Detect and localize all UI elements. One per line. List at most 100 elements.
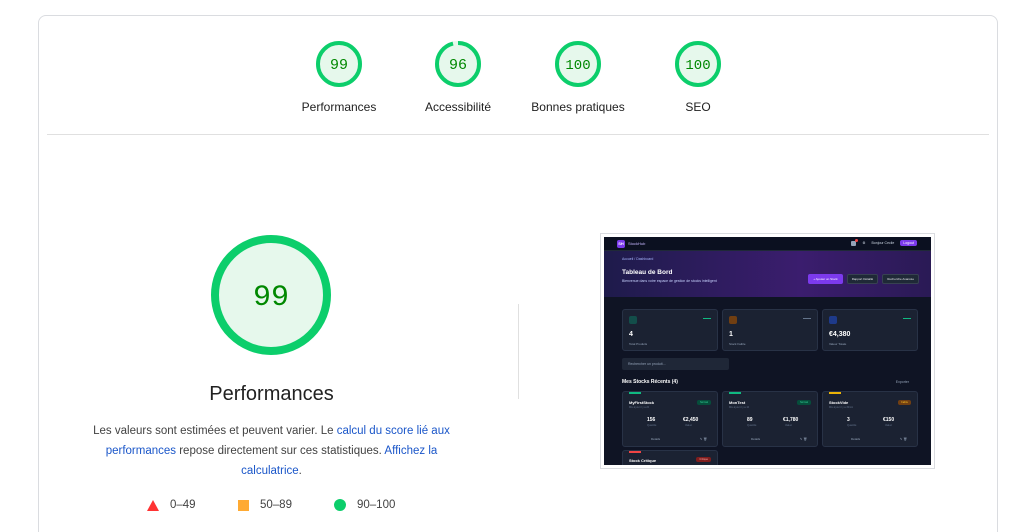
settings-icon: ⚙ xyxy=(862,241,866,245)
gauge-score: 99 xyxy=(330,57,348,74)
triangle-icon xyxy=(147,499,159,511)
big-gauge-score: 99 xyxy=(253,281,289,315)
gauge-seo[interactable]: 100 SEO xyxy=(638,40,758,114)
stat-label: Stock Faible xyxy=(729,342,746,346)
card-name: MonTest xyxy=(729,400,746,405)
card-qty: 3 xyxy=(847,417,850,423)
thumb-nav-right: ⚙ Bonjour Cecile Logout xyxy=(851,238,917,246)
thumb-stock-card: MyFirstStock Mis à jour il y a 2h Normal… xyxy=(622,391,718,447)
card-accent xyxy=(829,392,841,394)
gauge-label: SEO xyxy=(685,100,711,114)
gauge-label: Accessibilité xyxy=(424,100,492,114)
gauge-ring: 96 xyxy=(435,41,481,87)
gauge-ring: 100 xyxy=(675,41,721,87)
card-updated: Mis à jour il y a 1h xyxy=(729,406,750,409)
card-badge: Normal xyxy=(796,400,811,405)
thumb-logout: Logout xyxy=(900,240,917,246)
vertical-divider xyxy=(518,304,519,399)
legend-fail-range: 0–49 xyxy=(170,499,196,511)
card-badge: Critique xyxy=(696,457,711,462)
thumb-stat-card: 1 Stock Faible xyxy=(722,309,818,351)
card-name: MyFirstStock xyxy=(629,400,655,405)
section-divider xyxy=(47,134,989,135)
edit-delete-icons: ✎ 🗑 xyxy=(899,437,907,441)
trend-icon xyxy=(703,318,711,319)
gauge-label: Performances xyxy=(301,100,377,114)
stat-value: 1 xyxy=(729,331,733,338)
stat-label: Valeur Totale xyxy=(829,342,847,346)
card-qty-label: Quantité xyxy=(747,424,757,427)
edit-delete-icons: ✎ 🗑 xyxy=(799,437,807,441)
gauge-label: Bonnes pratiques xyxy=(531,100,625,114)
desc-text: Les valeurs sont estimées et peuvent var… xyxy=(93,425,337,437)
card-updated: Mis à jour il y a 30min xyxy=(829,406,854,409)
gauge-score: 100 xyxy=(685,58,710,74)
legend-pass-range: 90–100 xyxy=(357,499,396,511)
gauge-ring: 99 xyxy=(316,41,362,87)
card-qty: 156 xyxy=(647,417,656,423)
thumb-subheading: Bienvenue dans votre espace de gestion d… xyxy=(622,279,717,283)
desc-text: . xyxy=(298,465,302,477)
card-details: Détails xyxy=(751,437,761,441)
card-name: StockVide xyxy=(829,400,849,405)
legend-pass: 90–100 xyxy=(334,499,395,511)
big-gauge-ring: 99 xyxy=(211,235,331,355)
performance-big-gauge: 99 xyxy=(209,233,333,362)
card-badge: Faible xyxy=(898,400,911,405)
warning-icon xyxy=(729,316,737,324)
box-icon xyxy=(629,316,637,324)
thumb-export: Exporter xyxy=(895,380,909,384)
thumb-stock-card: StockVide Mis à jour il y a 30min Faible… xyxy=(822,391,918,447)
legend-fail: 0–49 xyxy=(147,499,196,511)
card-accent xyxy=(629,451,641,453)
card-value-label: Valeur xyxy=(885,424,893,427)
thumb-section-title: Mes Stocks Récents (4) xyxy=(622,379,678,385)
stat-value: 4 xyxy=(629,331,633,338)
trend-icon xyxy=(803,318,811,319)
performance-description: Les valeurs sont estimées et peuvent var… xyxy=(84,421,459,481)
card-details: Détails xyxy=(651,437,661,441)
stat-label: Total Produits xyxy=(629,342,648,346)
thumb-hero: Accueil / Dashboard Tableau de Bord Bien… xyxy=(604,251,931,297)
final-screenshot[interactable]: SH StockHub ⚙ Bonjour Cecile Logout Accu… xyxy=(600,233,935,469)
thumb-report-button: Rapport Détaillé xyxy=(846,274,879,284)
thumb-search-button: Recherche Avancée xyxy=(882,274,919,284)
circle-icon xyxy=(334,499,346,511)
lighthouse-report-card: 99 Performances 96 Accessibilité 100 Bon… xyxy=(38,15,998,532)
chart-icon xyxy=(829,316,837,324)
thumb-stock-card: MonTest Mis à jour il y a 1h Normal 89 €… xyxy=(722,391,818,447)
edit-delete-icons: ✎ 🗑 xyxy=(699,437,707,441)
legend-average-range: 50–89 xyxy=(260,499,292,511)
thumb-navbar: SH StockHub ⚙ Bonjour Cecile Logout xyxy=(604,237,931,251)
thumb-user: Bonjour Cecile xyxy=(871,241,895,245)
thumb-brand: StockHub xyxy=(628,241,646,246)
card-qty: 89 xyxy=(747,417,753,423)
screenshot-image: SH StockHub ⚙ Bonjour Cecile Logout Accu… xyxy=(604,237,931,465)
brand-logo-icon: SH xyxy=(617,240,625,248)
thumb-add-button: + Ajouter un Stock xyxy=(808,274,843,284)
card-value: €1,780 xyxy=(783,417,799,423)
card-details: Détails xyxy=(851,437,861,441)
thumb-stock-card: Stock Critique Critique xyxy=(622,450,718,465)
card-qty-label: Quantité xyxy=(647,424,657,427)
stat-value: €4,380 xyxy=(829,331,851,338)
legend-average: 50–89 xyxy=(238,499,292,511)
desc-text: repose directement sur ces statistiques. xyxy=(176,445,385,457)
thumb-actions: + Ajouter un Stock Rapport Détaillé Rech… xyxy=(808,274,919,284)
bell-icon xyxy=(851,238,859,246)
card-updated: Mis à jour il y a 2h xyxy=(629,406,650,409)
gauge-ring: 100 xyxy=(555,41,601,87)
thumb-search: Rechercher un produit... xyxy=(622,358,729,370)
card-accent xyxy=(729,392,741,394)
thumb-stat-card: 4 Total Produits xyxy=(622,309,718,351)
card-value: €150 xyxy=(883,417,895,423)
trend-icon xyxy=(903,318,911,319)
thumb-heading: Tableau de Bord xyxy=(622,269,673,276)
card-accent xyxy=(629,392,641,394)
card-value-label: Valeur xyxy=(785,424,793,427)
card-badge: Normal xyxy=(696,400,711,405)
gauge-accessibility[interactable]: 96 Accessibilité xyxy=(398,40,518,114)
gauge-best-practices[interactable]: 100 Bonnes pratiques xyxy=(518,40,638,114)
card-value: €2,450 xyxy=(683,417,699,423)
gauge-performance[interactable]: 99 Performances xyxy=(279,40,399,114)
